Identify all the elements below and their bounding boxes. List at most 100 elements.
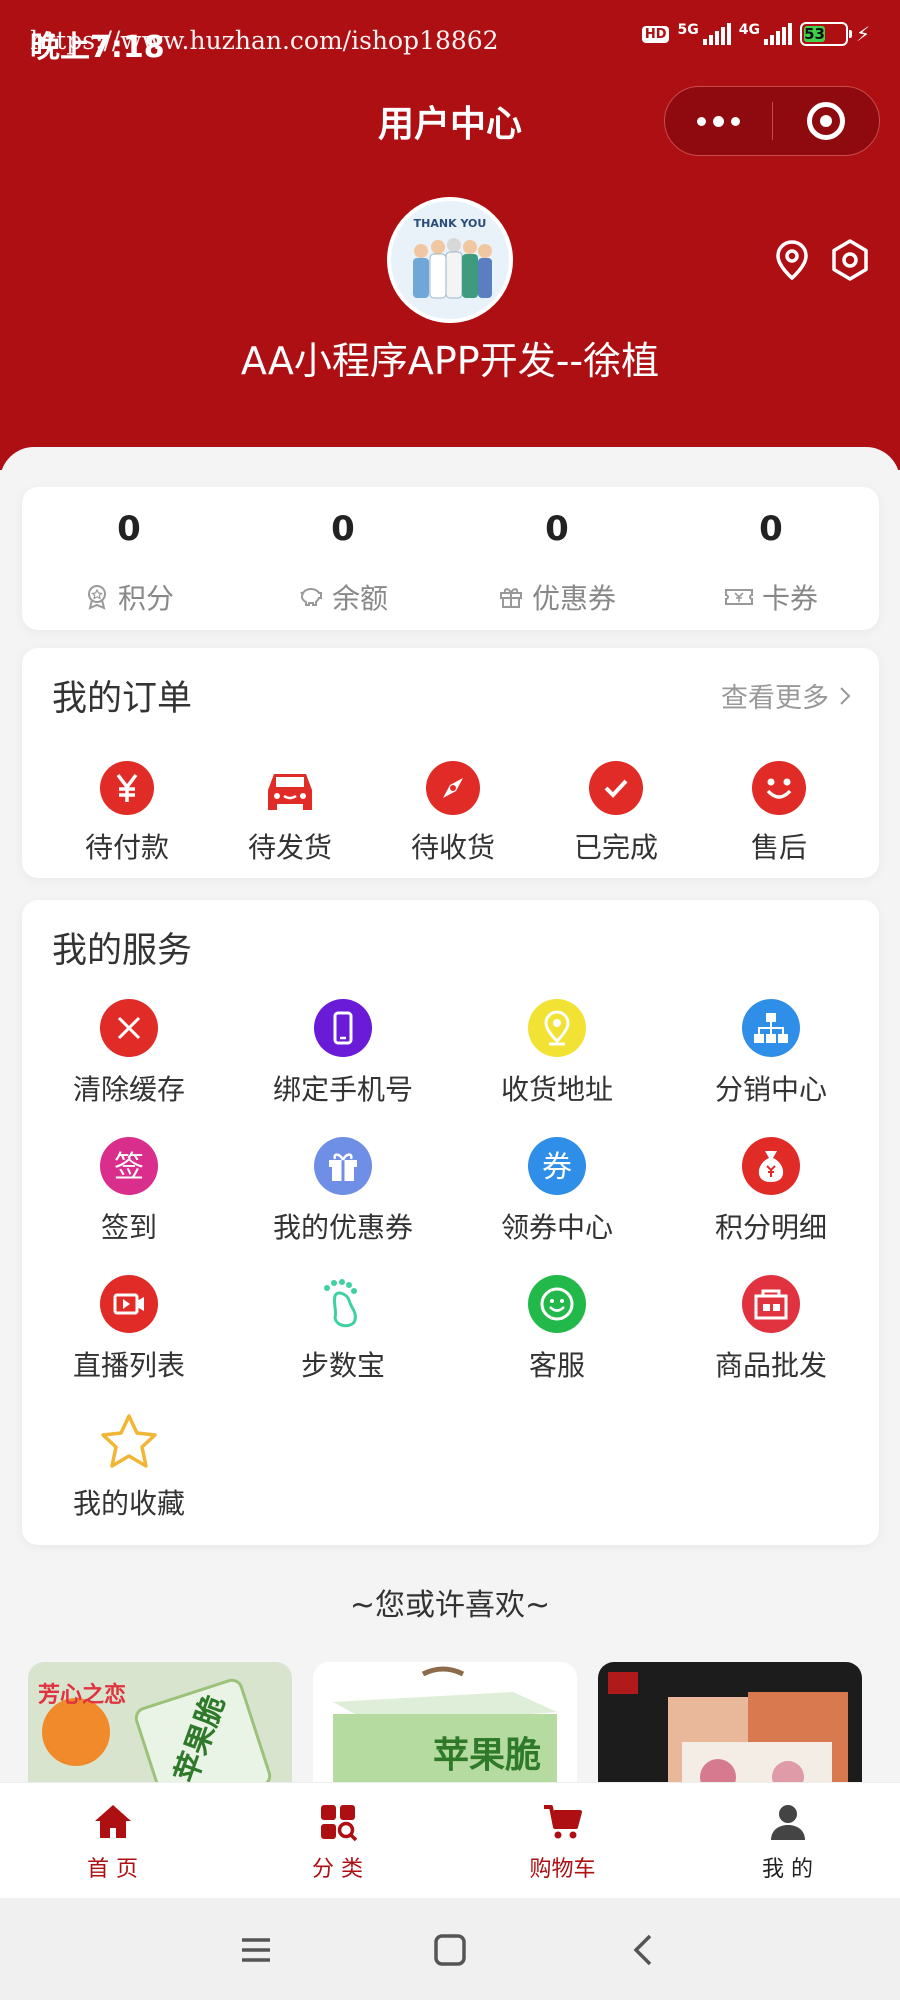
tab-label: 首 页	[87, 1857, 138, 1882]
service-label: 步数宝	[300, 1349, 385, 1382]
tab-cart[interactable]: 购物车	[450, 1783, 675, 1898]
truck-icon	[268, 774, 312, 810]
view-more-label: 查看更多	[721, 683, 829, 714]
username: AA小程序APP开发--徐植	[240, 339, 660, 383]
network-icon	[742, 999, 800, 1057]
service-label: 绑定手机号	[272, 1073, 413, 1106]
signal-5g-icon	[702, 23, 731, 45]
view-more-link[interactable]: 查看更多	[721, 676, 853, 715]
tab-label: 我 的	[762, 1857, 813, 1882]
settings-icon[interactable]	[828, 238, 872, 282]
hd-badge: HD	[641, 25, 670, 43]
service-label: 分销中心	[714, 1073, 827, 1106]
signal-4g-icon	[763, 23, 792, 45]
back-icon[interactable]	[622, 1928, 666, 1972]
product-list: 芳心之恋 苹果脆 苹果脆	[28, 1662, 872, 1802]
service-sign-in[interactable]: 签 签到	[22, 1136, 236, 1246]
product-brand-text: 芳心之恋	[38, 1682, 126, 1708]
order-pending-payment[interactable]: 待付款	[47, 760, 207, 866]
stat-label: 余额	[331, 582, 388, 615]
menu-icon[interactable]	[234, 1928, 278, 1972]
product-card[interactable]	[598, 1662, 862, 1802]
order-after-sales[interactable]: 售后	[699, 760, 859, 866]
more-menu-icon[interactable]	[665, 87, 772, 155]
stat-balance[interactable]: 0 余额	[236, 487, 450, 630]
assets-card: 0 积分 0 余额 0 优惠券 0 卡券	[22, 487, 879, 630]
stat-points[interactable]: 0 积分	[22, 487, 236, 630]
service-label: 我的收藏	[72, 1487, 185, 1520]
service-label: 清除缓存	[72, 1073, 185, 1106]
product-card[interactable]: 芳心之恋 苹果脆	[28, 1662, 292, 1802]
mini-program-capsule	[664, 86, 880, 156]
gift-icon	[499, 588, 522, 608]
star-icon	[101, 1414, 157, 1468]
service-customer-support[interactable]: 客服	[450, 1274, 664, 1384]
service-live-list[interactable]: 直播列表	[22, 1274, 236, 1384]
service-clear-cache[interactable]: 清除缓存	[22, 998, 236, 1108]
tab-bar: 首 页 分 类 购物车 我 的	[0, 1782, 900, 1898]
compass-icon	[426, 761, 480, 815]
yen-icon	[100, 761, 154, 815]
shop-icon	[742, 1275, 800, 1333]
chevron-right-icon	[840, 686, 851, 705]
order-pending-shipment[interactable]: 待发货	[210, 760, 370, 866]
service-wholesale[interactable]: 商品批发	[664, 1274, 878, 1384]
smile-icon	[752, 761, 806, 815]
stat-label: 积分	[117, 582, 174, 615]
check-icon	[589, 761, 643, 815]
order-label: 已完成	[573, 831, 658, 864]
location-pin-icon[interactable]	[770, 238, 814, 282]
avatar[interactable]: THANK YOU	[387, 197, 513, 323]
tab-home[interactable]: 首 页	[0, 1783, 225, 1898]
home-icon	[94, 1805, 131, 1838]
charging-icon: ⚡	[855, 22, 870, 46]
tab-mine[interactable]: 我 的	[675, 1783, 900, 1898]
recommend-title: ~您或许喜欢~	[349, 1588, 551, 1623]
close-program-icon[interactable]	[772, 87, 879, 155]
money-bag-icon	[742, 1137, 800, 1195]
status-indicators: HD 5G 4G 53 ⚡	[641, 22, 870, 46]
product-card[interactable]: 苹果脆	[313, 1662, 577, 1802]
service-label: 直播列表	[72, 1349, 185, 1382]
service-bind-phone[interactable]: 绑定手机号	[236, 998, 450, 1108]
service-step-treasure[interactable]: 步数宝	[236, 1274, 450, 1384]
service-coupon-center[interactable]: 券 领券中心	[450, 1136, 664, 1246]
net-4g-label: 4G	[738, 22, 760, 38]
clear-icon	[100, 999, 158, 1057]
stat-coupons[interactable]: 0 优惠券	[450, 487, 664, 630]
service-label: 领券中心	[500, 1211, 613, 1244]
stat-value: 0	[545, 509, 569, 549]
header: 晚上7:18 https://www.huzhan.com/ishop18862…	[0, 0, 900, 470]
medal-icon	[87, 585, 106, 610]
stat-cards[interactable]: 0 卡券	[664, 487, 878, 630]
order-pending-receipt[interactable]: 待收货	[373, 760, 533, 866]
tab-category[interactable]: 分 类	[225, 1783, 450, 1898]
service-points-detail[interactable]: 积分明细	[664, 1136, 878, 1246]
order-completed[interactable]: 已完成	[536, 760, 696, 866]
service-address[interactable]: 收货地址	[450, 998, 664, 1108]
service-label: 我的优惠券	[272, 1211, 413, 1244]
gift-icon	[314, 1137, 372, 1195]
services-card: 我的服务 清除缓存 绑定手机号 收货地址 分销中心 签 签到 我的优惠券 券 领…	[22, 900, 879, 1545]
battery-level: 53	[803, 25, 826, 43]
home-button-icon[interactable]	[428, 1928, 472, 1972]
piggy-bank-icon	[300, 587, 322, 606]
net-5g-label: 5G	[677, 22, 699, 38]
stat-label: 优惠券	[531, 582, 616, 615]
status-bar: 晚上7:18 https://www.huzhan.com/ishop18862…	[0, 18, 900, 65]
ticket-icon	[724, 589, 753, 605]
service-my-coupons[interactable]: 我的优惠券	[236, 1136, 450, 1246]
service-label: 积分明细	[714, 1211, 827, 1244]
service-distribution[interactable]: 分销中心	[664, 998, 878, 1108]
product-image	[598, 1662, 862, 1802]
order-label: 待发货	[247, 831, 332, 864]
service-label: 商品批发	[714, 1349, 827, 1382]
phone-icon	[314, 999, 372, 1057]
sign-in-glyph: 签	[114, 1150, 144, 1185]
service-favorites[interactable]: 我的收藏	[22, 1412, 236, 1522]
system-nav-bar	[0, 1898, 900, 2000]
orders-card: 我的订单 查看更多 待付款 待发货 待收货 已完成 售后	[22, 648, 879, 878]
orders-title: 我的订单	[52, 679, 193, 719]
avatar-caption: THANK YOU	[414, 217, 487, 230]
sign-in-icon: 签	[100, 1137, 158, 1195]
